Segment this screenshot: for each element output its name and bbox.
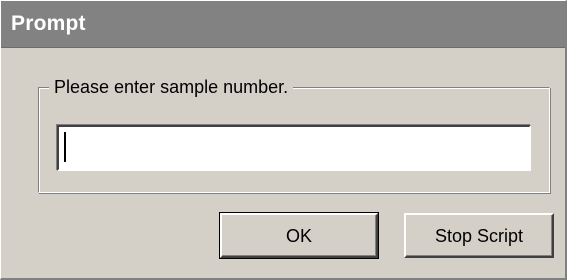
title-bar[interactable]: Prompt (1, 1, 565, 48)
ok-button[interactable]: OK (219, 212, 379, 259)
prompt-label: Please enter sample number. (49, 75, 294, 99)
sample-number-input[interactable] (57, 125, 531, 171)
stop-script-button[interactable]: Stop Script (404, 213, 554, 258)
dialog-title: Prompt (11, 12, 86, 35)
prompt-dialog: Prompt Please enter sample number. OK St… (0, 0, 567, 280)
text-caret (64, 132, 66, 162)
